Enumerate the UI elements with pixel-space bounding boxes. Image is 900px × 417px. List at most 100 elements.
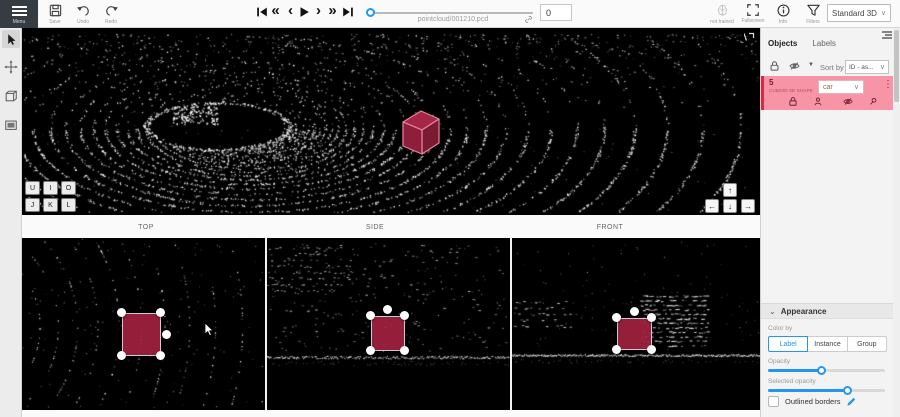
right-panel: Objects Labels ▼ Sort by ID - as... ∨ 5 … — [760, 28, 893, 417]
fullscreen-label: Fullscreen — [741, 18, 764, 24]
save-button[interactable]: Save — [42, 3, 68, 25]
selected-opacity-slider[interactable] — [768, 389, 885, 392]
key-hint-k[interactable]: K — [43, 198, 58, 212]
fullscreen-button[interactable]: Fullscreen — [740, 3, 766, 24]
arrow-right-button[interactable]: → — [741, 199, 755, 213]
key-hint-u[interactable]: U — [25, 181, 40, 195]
side-view — [267, 238, 510, 410]
next-frame-button[interactable]: › — [311, 3, 326, 21]
hamburger-icon — [12, 4, 27, 18]
edit-pencil-icon[interactable] — [846, 396, 857, 407]
tab-labels[interactable]: Labels — [812, 39, 836, 50]
sort-select-value: ID - as... — [849, 64, 874, 71]
color-by-label: Color by — [768, 325, 792, 332]
color-by-segmented-control: Label Instance Group — [768, 336, 887, 352]
panel-scrollbar-thumb[interactable] — [894, 30, 899, 102]
layout-mode-select[interactable]: Standard 3D ∨ — [827, 4, 891, 22]
lock-all-icon[interactable] — [769, 60, 780, 72]
timeline-slider-handle[interactable] — [366, 8, 375, 17]
filters-button[interactable]: Filters — [800, 3, 826, 25]
bbox-handle[interactable] — [156, 351, 165, 360]
hide-all-eye-icon[interactable] — [788, 60, 801, 72]
bbox-handle[interactable] — [647, 345, 656, 354]
selected-opacity-slider-handle[interactable] — [843, 386, 852, 395]
top-view-bbox[interactable] — [122, 313, 161, 356]
bbox-handle[interactable] — [612, 313, 621, 322]
bbox-handle[interactable] — [400, 346, 409, 355]
play-button[interactable] — [296, 3, 311, 21]
skip-to-start-button[interactable] — [254, 3, 269, 21]
object-list-item-car[interactable]: 5 CUBOID 3D SHAPE car ∨ ⋮ — [761, 76, 894, 110]
object-assignee-icon[interactable] — [813, 96, 823, 107]
key-hint-l[interactable]: L — [61, 198, 76, 212]
top-view-label: TOP — [138, 224, 154, 231]
bbox-handle[interactable] — [117, 308, 126, 317]
sort-select[interactable]: ID - as... ∨ — [845, 60, 889, 74]
skip-to-end-button[interactable] — [340, 3, 355, 21]
cuboid-icon — [4, 89, 18, 103]
expand-view-icon[interactable] — [744, 31, 756, 43]
arrow-down-button[interactable]: ↓ — [723, 199, 737, 213]
bbox-handle[interactable] — [366, 311, 375, 320]
tool-cuboid[interactable] — [2, 87, 20, 105]
info-button[interactable]: Info — [770, 3, 796, 25]
chevron-down-icon: ∨ — [881, 9, 886, 17]
bbox-rotate-handle[interactable] — [162, 330, 171, 339]
filter-icon — [806, 3, 821, 18]
side-view-bbox[interactable] — [371, 316, 405, 351]
bbox-handle[interactable] — [156, 308, 165, 317]
object-more-menu[interactable]: ⋮ — [883, 80, 893, 90]
bbox-rotate-handle[interactable] — [630, 307, 639, 316]
object-class-select[interactable]: car ∨ — [818, 80, 864, 94]
color-by-label-button[interactable]: Label — [768, 336, 808, 352]
tool-select[interactable] — [2, 30, 20, 48]
topbar: Menu Save Undo Redo « ‹ › » — [0, 0, 900, 28]
outlined-borders-checkbox[interactable] — [768, 396, 779, 407]
object-visibility-icon[interactable] — [842, 96, 854, 107]
object-pin-icon[interactable] — [868, 96, 878, 107]
main-3d-viewport: U I O J K L ↑ ← ↓ → — [22, 28, 760, 215]
info-icon — [776, 3, 791, 18]
tool-move[interactable] — [2, 58, 20, 76]
bbox-handle[interactable] — [612, 345, 621, 354]
key-hint-o[interactable]: O — [61, 181, 76, 195]
save-label: Save — [49, 19, 60, 25]
tool-image[interactable] — [2, 116, 20, 134]
undo-button[interactable]: Undo — [70, 3, 96, 25]
bbox-handle[interactable] — [400, 311, 409, 320]
key-hint-i[interactable]: I — [43, 181, 58, 195]
redo-button[interactable]: Redo — [98, 3, 124, 25]
menu-button[interactable]: Menu — [0, 0, 38, 28]
fast-forward-button[interactable]: » — [325, 3, 340, 21]
opacity-slider[interactable] — [768, 369, 885, 372]
front-view-bbox[interactable] — [617, 318, 652, 350]
sort-caret-icon[interactable]: ▼ — [808, 62, 814, 68]
object-class-value: car — [823, 84, 833, 91]
panel-menu-icon[interactable] — [881, 30, 893, 40]
frame-number-input[interactable] — [540, 4, 572, 21]
bbox-handle[interactable] — [117, 351, 126, 360]
opacity-slider-handle[interactable] — [817, 366, 826, 375]
tab-objects[interactable]: Objects — [768, 39, 797, 50]
fast-rewind-button[interactable]: « — [268, 3, 283, 21]
arrow-up-button[interactable]: ↑ — [723, 183, 737, 197]
object-id: 5 — [769, 78, 773, 87]
link-icon[interactable] — [524, 15, 533, 24]
color-by-instance-button[interactable]: Instance — [807, 336, 847, 352]
appearance-section-header[interactable]: ⌄ Appearance — [761, 303, 894, 319]
color-by-group-button[interactable]: Group — [847, 336, 887, 352]
bbox-rotate-handle[interactable] — [383, 305, 392, 314]
panel-scrollbar[interactable] — [893, 28, 900, 417]
key-hint-j[interactable]: J — [25, 198, 40, 212]
timeline-slider[interactable] — [368, 12, 533, 14]
main-pointcloud-canvas[interactable] — [22, 28, 760, 215]
arrow-left-button[interactable]: ← — [705, 199, 719, 213]
bbox-handle[interactable] — [647, 313, 656, 322]
previous-icon: ‹ — [288, 3, 293, 18]
bbox-handle[interactable] — [366, 346, 375, 355]
layout-mode-value: Standard 3D — [832, 9, 877, 18]
selected-opacity-slider-fill — [768, 389, 848, 392]
selected-cuboid-3d[interactable] — [396, 104, 444, 156]
appearance-title: Appearance — [781, 307, 827, 316]
object-lock-icon[interactable] — [788, 96, 798, 107]
